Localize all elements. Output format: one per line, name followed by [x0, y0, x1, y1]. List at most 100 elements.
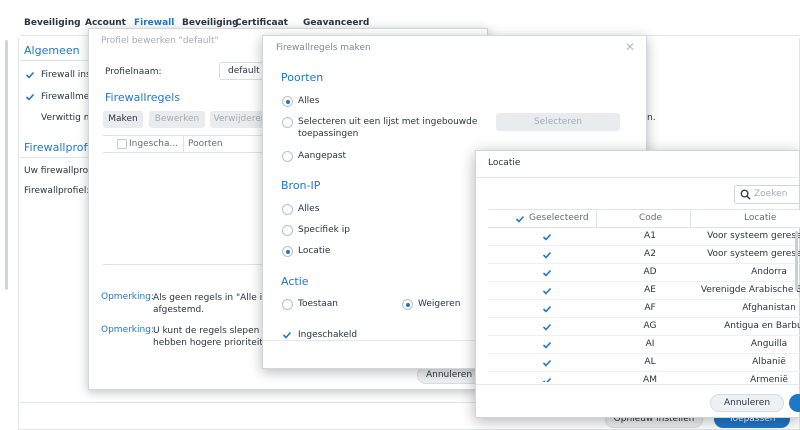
table-row[interactable]: AE Verenigde Arabische Emiraten: [488, 282, 800, 300]
table-row[interactable]: AD Andorra: [488, 264, 800, 282]
table-bottom-border: [103, 264, 269, 265]
notify-text: Verwittig m: [41, 113, 93, 123]
row-code: AM: [643, 375, 657, 382]
close-icon[interactable]: ✕: [625, 40, 635, 54]
radio-ports-all[interactable]: [282, 96, 293, 107]
note-label: Opmerking:: [101, 325, 154, 335]
row-checkbox[interactable]: [542, 340, 552, 350]
row-location: Voor systeem gereserveerd: [707, 231, 800, 241]
checkbox-label: Firewallmel: [41, 92, 92, 102]
source-ip-heading: Bron-IP: [281, 179, 321, 192]
radio-ports-custom[interactable]: [282, 151, 293, 162]
row-checkbox[interactable]: [542, 268, 552, 278]
divider: [476, 384, 800, 385]
row-checkbox[interactable]: [542, 304, 552, 314]
radio-label: Aangepast: [298, 151, 347, 161]
select-apps-button[interactable]: Selecteren: [496, 113, 620, 131]
column-separator: [183, 136, 184, 152]
radio-action-allow[interactable]: [282, 299, 293, 310]
row-checkbox[interactable]: [542, 358, 552, 368]
table-row[interactable]: AF Afghanistan: [488, 300, 800, 318]
radio-label: Toestaan: [298, 299, 338, 309]
row-location: Voor systeem gereserveerd: [707, 249, 800, 259]
divider: [476, 177, 800, 178]
radio-ports-builtin[interactable]: [282, 117, 293, 128]
row-code: AF: [644, 303, 656, 313]
radio-source-specific[interactable]: [282, 225, 293, 236]
location-table-header: Geselecteerd Code Locatie: [488, 209, 800, 228]
radio-source-location[interactable]: [282, 246, 293, 257]
tab-certificaat[interactable]: Certificaat: [235, 18, 288, 28]
location-dialog: Locatie Zoeken Geselecteerd Code Locatie…: [475, 150, 800, 418]
radio-label: Specifiek ip: [298, 225, 350, 235]
radio-label: Selecteren uit een lijst met ingebouwde: [298, 117, 478, 127]
column-separator: [596, 210, 597, 227]
table-row[interactable]: AL Albanië: [488, 354, 800, 372]
row-code: A1: [644, 231, 656, 241]
radio-label: Alles: [298, 204, 320, 214]
column-selected[interactable]: Geselecteerd: [529, 213, 589, 223]
radio-action-deny[interactable]: [402, 299, 413, 310]
column-enabled: Ingescha...: [129, 139, 179, 149]
tab-account[interactable]: Account: [85, 18, 126, 28]
delete-rule-button[interactable]: Verwijderen: [210, 111, 270, 128]
table-row[interactable]: AI Anguilla: [488, 336, 800, 354]
tab-beveiliging[interactable]: Beveiliging: [24, 18, 81, 28]
table-scrollbar[interactable]: [795, 231, 798, 291]
row-location: Armenië: [750, 375, 788, 382]
dialog-title: Profiel bewerken "default": [101, 36, 219, 46]
profile-name-label: Profielnaam:: [105, 67, 162, 77]
divider: [20, 157, 90, 158]
column-location[interactable]: Locatie: [744, 213, 776, 223]
table-row[interactable]: AG Antigua en Barbuda: [488, 318, 800, 336]
row-code: AL: [644, 357, 656, 367]
row-location: Verenigde Arabische Emiraten: [700, 285, 800, 295]
row-checkbox[interactable]: [542, 232, 552, 242]
location-table-body: A1 Voor systeem gereserveerd A2 Voor systee…: [476, 228, 800, 382]
tab-geavanceerd[interactable]: Geavanceerd: [303, 18, 369, 28]
profile-label: Firewallprofiel:: [24, 186, 90, 196]
row-location: Afghanistan: [742, 303, 796, 313]
row-code: A2: [644, 249, 656, 259]
tab-beveiliging-2[interactable]: Beveiliging: [182, 18, 239, 28]
tab-firewall[interactable]: Firewall: [134, 18, 174, 28]
select-all-checkbox[interactable]: [515, 214, 525, 224]
note-text-2a: U kunt de regels slepen en: [153, 326, 274, 336]
note-label: Opmerking:: [101, 292, 154, 302]
note-text-2b: hebben hogere prioriteiten.: [153, 338, 277, 348]
row-checkbox[interactable]: [542, 250, 552, 260]
note-text-1b: afgestemd.: [153, 305, 205, 315]
table-row[interactable]: A1 Voor systeem gereserveerd: [488, 228, 800, 246]
row-location: Anguilla: [750, 339, 788, 349]
ok-button[interactable]: [789, 394, 800, 412]
radio-label: Weigeren: [418, 299, 461, 309]
dialog-title: Locatie: [488, 158, 521, 168]
radio-source-all[interactable]: [282, 204, 293, 215]
table-row[interactable]: A2 Voor systeem gereserveerd: [488, 246, 800, 264]
row-checkbox[interactable]: [542, 322, 552, 332]
radio-label-cont: toepassingen: [298, 129, 359, 139]
radio-label: Alles: [298, 96, 320, 106]
checkbox-enabled[interactable]: [282, 330, 292, 340]
checkbox-firewall-notify[interactable]: [25, 92, 35, 102]
cancel-button[interactable]: Annuleren: [710, 394, 784, 412]
row-code: AI: [645, 339, 655, 349]
search-icon: [740, 189, 751, 200]
checkbox-label: Ingeschakeld: [298, 330, 358, 340]
row-checkbox[interactable]: [542, 286, 552, 296]
left-scrollbar[interactable]: [5, 40, 8, 290]
divider: [20, 60, 90, 61]
column-code[interactable]: Code: [639, 213, 662, 223]
checkbox-firewall-enable[interactable]: [25, 70, 35, 80]
rules-table-header: [103, 135, 269, 153]
row-checkbox[interactable]: [542, 376, 552, 382]
table-row[interactable]: AM Armenië: [488, 372, 800, 382]
column-separator: [690, 210, 691, 227]
radio-label: Locatie: [298, 246, 331, 256]
row-code: AG: [643, 321, 657, 331]
search-placeholder: Zoeken: [754, 189, 788, 199]
column-ports: Poorten: [188, 139, 223, 149]
create-rule-button[interactable]: Maken: [103, 111, 143, 128]
select-all-checkbox[interactable]: [117, 139, 127, 149]
edit-rule-button[interactable]: Bewerken: [149, 111, 205, 128]
